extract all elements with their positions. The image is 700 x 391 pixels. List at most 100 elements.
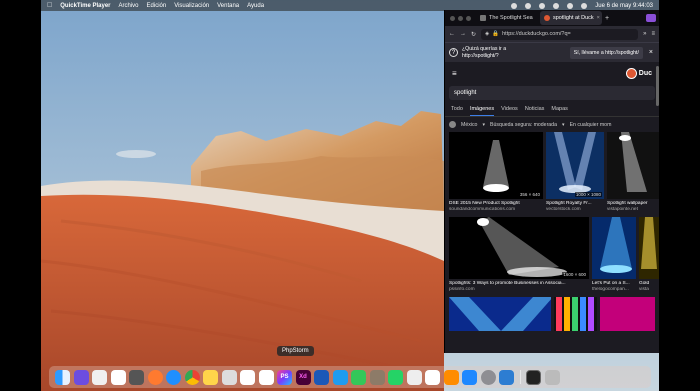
image-result[interactable]: Let's Put on a S... thelogocompan...	[592, 217, 636, 293]
image-result[interactable]: Spotlight wallpaper vistapointe.net	[607, 132, 659, 213]
duckduckgo-page: ≡ Duc spotlight Todo Imágenes Videos Not…	[445, 62, 659, 331]
safe-search-dropdown[interactable]: Búsqueda segura: moderada	[490, 122, 557, 128]
dock: PS Xd	[49, 366, 651, 388]
result-thumbnail	[639, 217, 659, 279]
forward-icon[interactable]: →	[460, 31, 466, 37]
gimp-icon[interactable]	[369, 369, 385, 385]
result-thumbnail: 1000 × 1080	[546, 132, 604, 199]
overflow-chevron-icon[interactable]: »	[643, 31, 646, 37]
new-tab-button[interactable]: +	[602, 15, 612, 22]
ddg-search-input[interactable]: spotlight	[449, 86, 655, 100]
menu-visualizacion[interactable]: Visualización	[174, 3, 209, 9]
back-icon[interactable]: ←	[449, 31, 455, 37]
appstore-icon[interactable]	[462, 369, 477, 385]
time-filter-dropdown[interactable]: En cualquier mom	[570, 122, 612, 128]
suggestion-question: ¿Quizá querías ir a http://spotlight/?	[462, 46, 507, 59]
ddg-tab-imagenes[interactable]: Imágenes	[469, 106, 495, 116]
region-toggle[interactable]	[449, 121, 456, 128]
reload-icon[interactable]: ↻	[471, 31, 476, 38]
lock-icon: 🔒	[492, 31, 500, 37]
calculator-icon[interactable]	[129, 369, 144, 385]
ddg-result-tabs: Todo Imágenes Videos Noticias Mapas	[445, 104, 659, 117]
search-suggestion-bar: ? ¿Quizá querías ir a http://spotlight/?…	[445, 42, 659, 62]
image-result[interactable]: 1600 × 600 Spotlights: 3 Ways to promote…	[449, 217, 589, 293]
menu-archivo[interactable]: Archivo	[119, 3, 139, 9]
region-dropdown[interactable]: México	[461, 122, 477, 128]
close-tab-icon[interactable]: ×	[597, 15, 600, 21]
duck-icon	[625, 67, 637, 79]
menu-hamburger-icon[interactable]: ≡	[651, 31, 655, 37]
duckduckgo-favicon-icon	[544, 15, 550, 21]
whatsapp-icon[interactable]	[388, 369, 403, 385]
status-wifi-icon[interactable]	[553, 2, 560, 9]
ddg-logo[interactable]: Duc	[625, 67, 652, 79]
messages-icon[interactable]	[351, 369, 366, 385]
url-bar[interactable]: ◈ 🔒 https://duckduckgo.com/?q=	[481, 28, 639, 40]
menu-ayuda[interactable]: Ayuda	[247, 3, 264, 9]
image-result[interactable]	[553, 297, 598, 331]
image-result[interactable]: 1000 × 1080 Spotlight Royalty Fr... vect…	[546, 132, 604, 213]
books-icon[interactable]	[443, 369, 459, 385]
close-window-button[interactable]	[450, 15, 455, 21]
result-source: vectorstock.com	[546, 207, 581, 212]
phpstorm-icon[interactable]: PS	[277, 369, 292, 385]
page-scrollbar[interactable]	[656, 66, 659, 106]
status-app-icon[interactable]	[525, 2, 532, 9]
finder-icon[interactable]	[55, 369, 70, 385]
tab-duckduckgo[interactable]: spotlight at Duck ×	[540, 11, 602, 25]
dock-tooltip: PhpStorm	[277, 346, 314, 356]
image-result[interactable]	[600, 297, 655, 331]
apple-menu-icon[interactable]: 	[47, 2, 52, 9]
status-record-icon[interactable]	[511, 2, 518, 9]
menu-edicion[interactable]: Edición	[147, 3, 167, 9]
xd-icon[interactable]: Xd	[295, 369, 311, 385]
menu-datetime[interactable]: Jue 6 de may 9:44:03	[595, 3, 653, 9]
mail-icon[interactable]	[258, 369, 274, 385]
ddg-menu-icon[interactable]: ≡	[452, 69, 457, 78]
menu-ventana[interactable]: Ventana	[217, 3, 239, 9]
vscode-icon[interactable]	[332, 369, 348, 385]
chrome-icon[interactable]	[184, 369, 200, 385]
status-control-center-icon[interactable]	[581, 2, 588, 9]
script-icon[interactable]	[406, 369, 422, 385]
preview-icon[interactable]	[221, 369, 237, 385]
zoom-window-button[interactable]	[466, 15, 471, 21]
chevron-down-icon: ▾	[561, 121, 565, 128]
camera-icon[interactable]	[425, 369, 440, 385]
ddg-header: ≡ Duc	[445, 62, 659, 84]
ddg-tab-todo[interactable]: Todo	[451, 106, 463, 116]
ddg-tab-videos[interactable]: Videos	[501, 106, 518, 116]
settings-icon[interactable]	[480, 369, 496, 385]
result-thumbnail	[607, 132, 659, 199]
tab-spotlight-sea[interactable]: The Spotlight Sea	[476, 11, 540, 25]
minimize-window-button[interactable]	[458, 15, 463, 21]
photoshop-icon[interactable]	[499, 369, 514, 385]
suggestion-yes-button[interactable]: Sí, llévame a http://spotlight/	[569, 46, 643, 59]
status-battery-icon[interactable]	[539, 2, 546, 9]
image-results-grid: 356 × 640 DSE 2015 New Product Spotlight…	[445, 132, 659, 331]
image-result[interactable]: 356 × 640 DSE 2015 New Product Spotlight…	[449, 132, 543, 213]
result-size: 1600 × 600	[562, 272, 587, 277]
launchpad-icon[interactable]	[73, 369, 89, 385]
tab-bar: The Spotlight Sea spotlight at Duck × +	[445, 10, 659, 26]
ddg-search-query: spotlight	[454, 90, 477, 96]
result-thumbnail: 1600 × 600	[449, 217, 589, 279]
photos-icon[interactable]	[92, 369, 107, 385]
calendar-icon[interactable]	[110, 369, 126, 385]
image-result[interactable]: Gold vista	[639, 217, 659, 293]
ddg-tab-mapas[interactable]: Mapas	[551, 106, 568, 116]
notes-icon[interactable]	[203, 369, 218, 385]
status-search-icon[interactable]	[567, 2, 574, 9]
terminal-icon[interactable]	[526, 369, 541, 385]
firefox-icon[interactable]	[147, 369, 163, 385]
trash-icon[interactable]	[544, 369, 560, 385]
menu-app-name[interactable]: QuickTime Player	[60, 3, 110, 9]
virtualbox-icon[interactable]	[314, 369, 329, 385]
reminders-icon[interactable]	[240, 369, 255, 385]
chevron-down-icon: ▾	[482, 121, 486, 128]
extension-icon[interactable]	[646, 14, 656, 22]
ddg-tab-noticias[interactable]: Noticias	[525, 106, 545, 116]
safari-icon[interactable]	[166, 369, 181, 385]
image-result[interactable]	[449, 297, 551, 331]
close-suggestion-icon[interactable]: ×	[647, 49, 655, 56]
